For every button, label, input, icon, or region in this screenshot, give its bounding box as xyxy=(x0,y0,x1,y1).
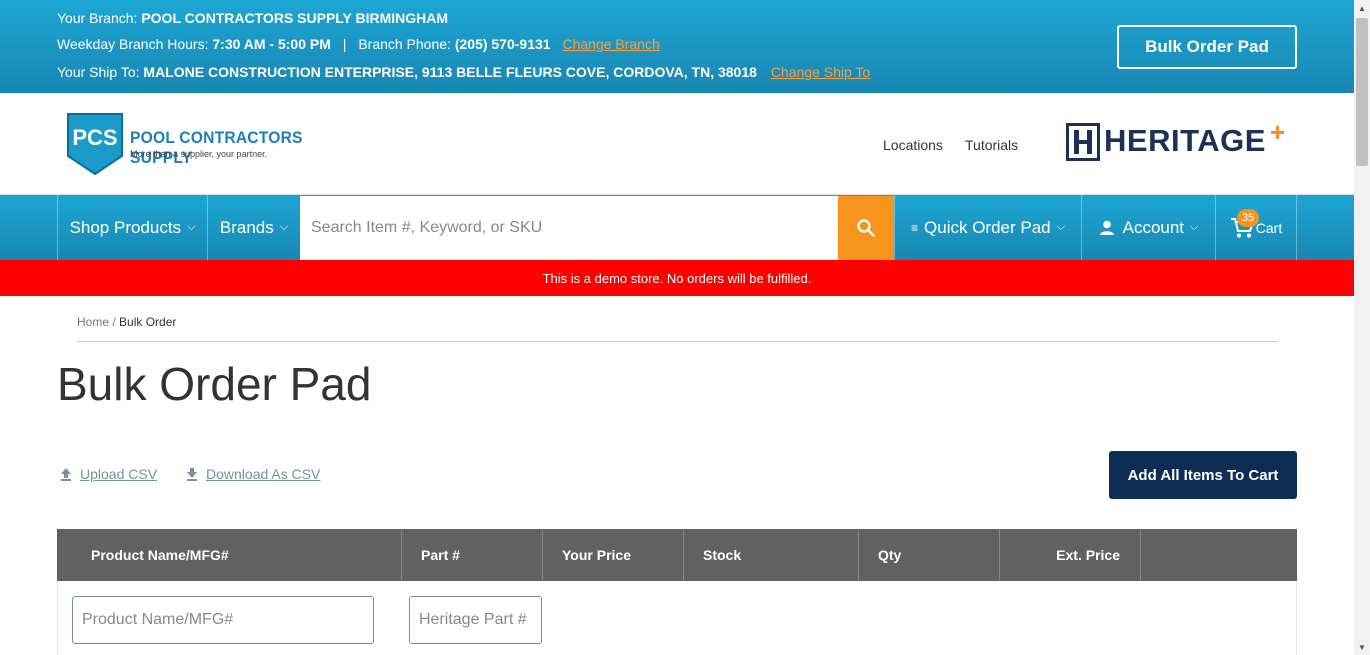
logo-name: POOL CONTRACTORS SUPPLY xyxy=(130,128,303,167)
add-all-to-cart-button[interactable]: Add All Items To Cart xyxy=(1109,451,1297,499)
site-header: PCS POOL CONTRACTORS SUPPLY More than a … xyxy=(0,93,1354,195)
breadcrumb: Home / Bulk Order xyxy=(77,315,176,329)
cart-link[interactable]: Cart xyxy=(1215,195,1297,260)
column-divider xyxy=(1140,529,1141,581)
divider xyxy=(77,341,1277,342)
column-header-ext-price: Ext. Price xyxy=(1056,547,1120,563)
chevron-down-icon: ⌵ xyxy=(1190,221,1199,233)
column-header-qty: Qty xyxy=(878,547,902,563)
list-icon: ≡ xyxy=(911,220,919,235)
demo-banner-text: This is a demo store. No orders will be … xyxy=(542,270,812,286)
separator: | xyxy=(342,36,347,52)
column-divider xyxy=(542,529,543,581)
heritage-h-icon xyxy=(1066,123,1100,161)
demo-store-banner: This is a demo store. No orders will be … xyxy=(0,260,1354,296)
change-ship-to-link[interactable]: Change Ship To xyxy=(771,64,870,80)
bulk-order-table-header: Product Name/MFG# Part # Your Price Stoc… xyxy=(57,529,1297,581)
account-menu[interactable]: Account ⌵ xyxy=(1081,195,1215,260)
change-branch-link[interactable]: Change Branch xyxy=(562,36,659,52)
cart-count-badge: 35 xyxy=(1237,209,1259,227)
scroll-up-icon[interactable]: ▲ xyxy=(1354,0,1370,16)
hours-value: 7:30 AM - 5:00 PM xyxy=(212,36,331,52)
heritage-logo[interactable]: HERITAGE + xyxy=(1066,117,1296,165)
branch-label: Your Branch: xyxy=(57,10,138,26)
quick-order-label: Quick Order Pad xyxy=(924,217,1051,237)
locations-link[interactable]: Locations xyxy=(883,137,943,153)
ship-label: Your Ship To: xyxy=(57,64,140,80)
column-divider xyxy=(401,529,402,581)
shop-products-label: Shop Products xyxy=(69,217,182,237)
heritage-logo-text: HERITAGE xyxy=(1104,123,1266,158)
brands-menu[interactable]: Brands ⌵ xyxy=(207,195,300,260)
chevron-down-icon: ⌵ xyxy=(1056,221,1065,233)
chevron-down-icon: ⌵ xyxy=(279,221,289,233)
breadcrumb-separator: / xyxy=(112,315,116,329)
column-header-part: Part # xyxy=(421,547,460,563)
heritage-plus-icon: + xyxy=(1270,117,1286,147)
chevron-down-icon: ⌵ xyxy=(187,221,196,233)
logo-tagline: More than a supplier, your partner. xyxy=(130,149,268,159)
phone-label: Branch Phone: xyxy=(358,36,451,52)
scroll-thumb[interactable] xyxy=(1356,18,1368,166)
hours-line: Weekday Branch Hours: 7:30 AM - 5:00 PM … xyxy=(57,36,660,52)
shop-products-menu[interactable]: Shop Products ⌵ xyxy=(57,195,207,260)
download-csv-label: Download As CSV xyxy=(206,466,321,482)
search-button[interactable] xyxy=(838,196,894,260)
pcs-shield-icon: PCS xyxy=(67,113,123,176)
upload-icon xyxy=(61,468,71,481)
branch-name: POOL CONTRACTORS SUPPLY BIRMINGHAM xyxy=(141,10,449,26)
account-label: Account xyxy=(1122,217,1185,237)
breadcrumb-home[interactable]: Home xyxy=(77,315,109,329)
ship-value: MALONE CONSTRUCTION ENTERPRISE, 9113 BEL… xyxy=(143,64,757,80)
breadcrumb-current: Bulk Order xyxy=(119,315,177,329)
column-divider xyxy=(858,529,859,581)
branch-info-bar: Your Branch: POOL CONTRACTORS SUPPLY BIR… xyxy=(0,0,1354,93)
download-icon xyxy=(187,468,197,481)
quick-order-pad-menu[interactable]: ≡ Quick Order Pad ⌵ xyxy=(894,195,1081,260)
cart-label: Cart xyxy=(1255,219,1283,236)
upload-csv-link[interactable]: Upload CSV xyxy=(60,466,157,482)
scroll-down-icon[interactable]: ▼ xyxy=(1354,639,1370,655)
page-title: Bulk Order Pad xyxy=(57,358,372,410)
search-input[interactable] xyxy=(300,196,838,260)
column-header-price: Your Price xyxy=(562,547,631,563)
part-number-input[interactable] xyxy=(409,596,542,644)
upload-csv-label: Upload CSV xyxy=(80,466,158,482)
column-header-stock: Stock xyxy=(703,547,742,563)
product-name-input[interactable] xyxy=(72,596,374,644)
column-header-product: Product Name/MFG# xyxy=(91,547,229,563)
ship-line: Your Ship To: MALONE CONSTRUCTION ENTERP… xyxy=(57,64,870,80)
pcs-logo[interactable]: PCS POOL CONTRACTORS SUPPLY More than a … xyxy=(66,112,326,178)
logo-letters: PCS xyxy=(72,125,117,150)
download-csv-link[interactable]: Download As CSV xyxy=(186,466,320,482)
column-divider xyxy=(683,529,684,581)
phone-value: (205) 570-9131 xyxy=(454,36,551,52)
search-icon xyxy=(857,219,875,237)
hours-label: Weekday Branch Hours: xyxy=(57,36,209,52)
brands-label: Brands xyxy=(219,217,274,237)
tutorials-link[interactable]: Tutorials xyxy=(965,137,1018,153)
user-icon xyxy=(1099,220,1114,235)
branch-line: Your Branch: POOL CONTRACTORS SUPPLY BIR… xyxy=(57,10,448,26)
bulk-order-pad-button[interactable]: Bulk Order Pad xyxy=(1117,25,1297,69)
